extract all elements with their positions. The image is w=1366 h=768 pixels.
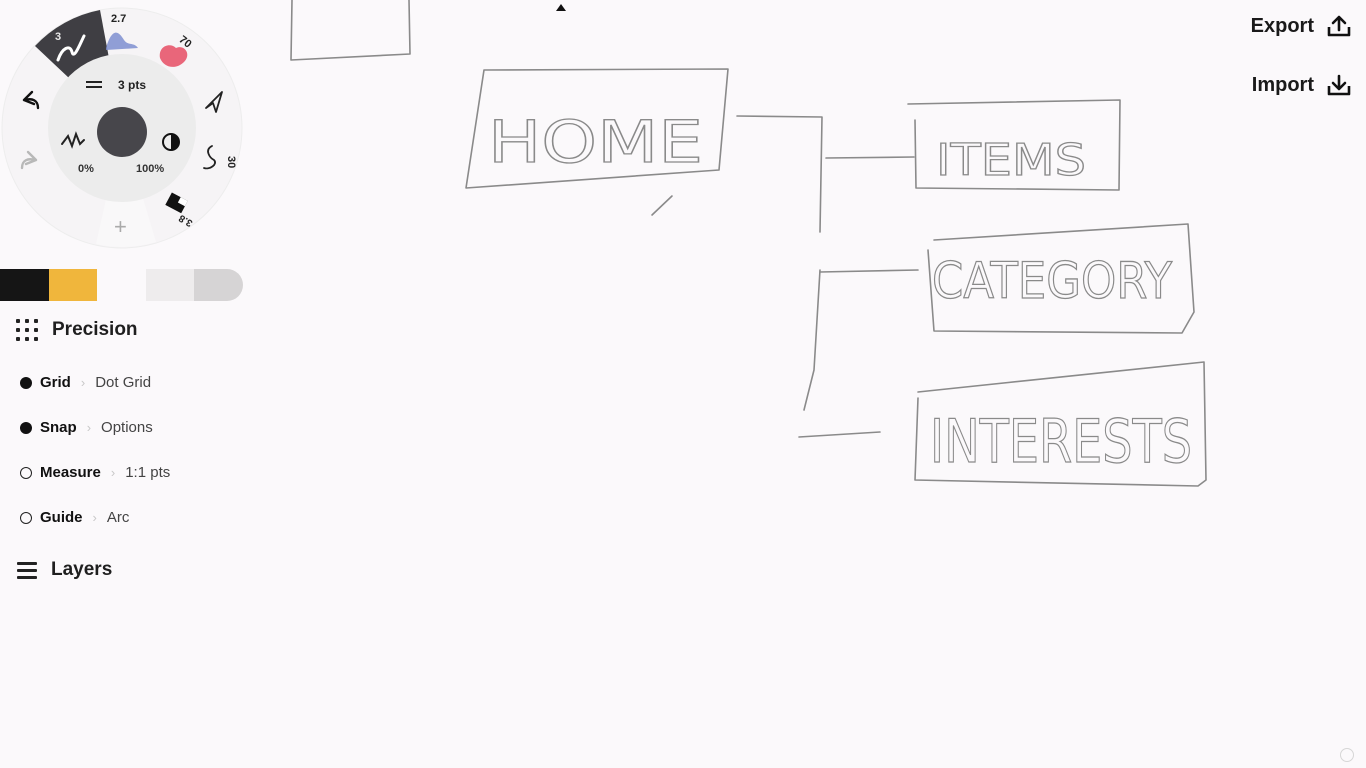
color-palette [0, 269, 243, 301]
watermark-logo-icon [1340, 748, 1354, 762]
chevron-right-icon: › [80, 375, 86, 390]
snap-value[interactable]: Options [101, 419, 153, 436]
color-swatch-gray[interactable] [194, 269, 243, 301]
guide-label: Guide [40, 509, 83, 526]
app-window: HOME ITEMS CATEGORY INTERESTS 3 2.7 70 3… [0, 0, 1366, 768]
precision-option-snap[interactable]: Snap › Options [20, 419, 153, 436]
layers-icon [17, 561, 37, 579]
smoothing-value[interactable]: 0% [78, 163, 94, 175]
sketch-interests-label: INTERESTS [930, 407, 1192, 477]
guide-toggle[interactable] [20, 511, 32, 524]
export-icon [1327, 15, 1351, 37]
sketch-items-label: ITEMS [936, 135, 1086, 186]
measure-value[interactable]: 1:1 pts [125, 464, 170, 481]
sketch-partial-box [290, 0, 411, 61]
precision-header[interactable]: Precision [16, 319, 138, 341]
watermark [1340, 748, 1354, 762]
chevron-right-icon: › [110, 465, 116, 480]
dot-grid-icon [16, 319, 38, 341]
chevron-right-icon: › [92, 510, 97, 525]
color-swatch-white[interactable] [97, 269, 146, 301]
tool-size-wave: 30 [225, 156, 237, 168]
precision-option-measure[interactable]: Measure › 1:1 pts [20, 464, 170, 481]
chevron-right-icon: › [86, 420, 92, 435]
precision-title: Precision [52, 319, 138, 340]
measure-toggle[interactable] [20, 466, 32, 479]
color-swatch-black[interactable] [0, 269, 49, 301]
color-swatch-yellow[interactable] [48, 269, 98, 301]
sketch-connector-interests [798, 431, 881, 438]
tool-wheel[interactable]: 3 2.7 70 30 3.8 + 3 pts 0% 100% [0, 0, 250, 250]
sketch-connector-items [825, 156, 915, 159]
import-label: Import [1251, 73, 1314, 96]
add-tool-icon[interactable]: + [114, 214, 127, 239]
snap-toggle[interactable] [20, 421, 32, 434]
color-swatch-light-gray[interactable] [145, 269, 195, 301]
precision-option-grid[interactable]: Grid › Dot Grid [20, 374, 151, 391]
import-button[interactable]: Import [1252, 73, 1352, 97]
grid-toggle[interactable] [20, 376, 32, 389]
export-button[interactable]: Export [1251, 14, 1352, 38]
opacity-value[interactable]: 100% [136, 163, 164, 175]
sketch-category-label: CATEGORY [932, 252, 1172, 310]
grid-value[interactable]: Dot Grid [95, 374, 151, 391]
tool-size-pen: 2.7 [111, 13, 126, 25]
snap-label: Snap [40, 419, 77, 436]
measure-label: Measure [40, 464, 101, 481]
sketch-stroke-mark [651, 195, 673, 216]
stroke-width-value[interactable]: 3 pts [118, 78, 146, 92]
precision-option-guide[interactable]: Guide › Arc [20, 509, 129, 526]
export-label: Export [1250, 14, 1314, 37]
layers-title: Layers [51, 559, 113, 580]
grid-label: Grid [40, 374, 71, 391]
import-icon [1327, 74, 1351, 96]
sketch-connector-trunk [736, 115, 823, 411]
tool-size-pencil: 3 [55, 31, 61, 43]
sketch-home-label: HOME [488, 108, 703, 176]
layers-header[interactable]: Layers [17, 559, 112, 581]
sketch-connector-category [819, 269, 919, 273]
guide-value[interactable]: Arc [107, 509, 130, 526]
canvas-caret-icon [556, 4, 566, 11]
brush-size-preview[interactable] [97, 107, 147, 157]
